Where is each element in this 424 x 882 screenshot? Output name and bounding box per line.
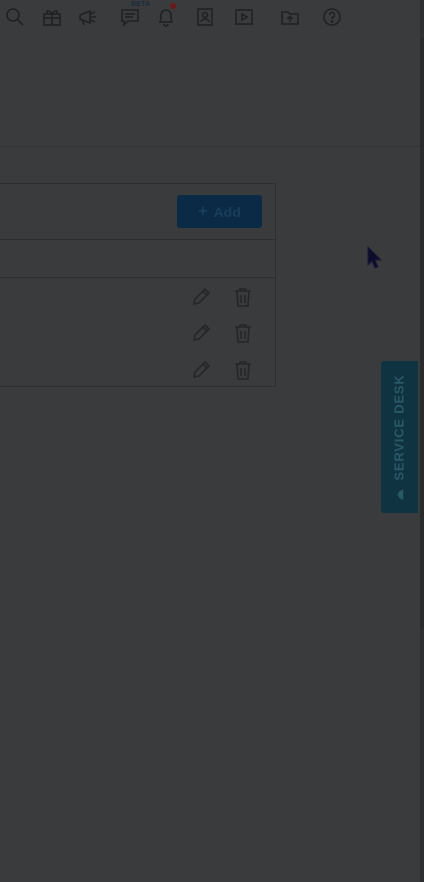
search-icon[interactable] <box>4 6 26 28</box>
panel-header-divider <box>0 239 275 240</box>
upload-folder-icon[interactable] <box>279 6 301 28</box>
plus-icon: + <box>198 202 208 220</box>
bell-icon[interactable] <box>155 6 177 28</box>
megaphone-icon[interactable] <box>77 6 99 28</box>
chat-icon[interactable] <box>119 6 141 28</box>
service-desk-label: SERVICE DESK <box>392 373 408 481</box>
gift-icon[interactable] <box>41 6 63 28</box>
top-toolbar: BETA <box>0 0 420 38</box>
edit-icon[interactable] <box>190 322 212 344</box>
service-desk-tab[interactable]: SERVICE DESK <box>381 361 418 513</box>
edit-icon[interactable] <box>190 359 212 381</box>
edit-icon[interactable] <box>190 286 212 308</box>
help-icon[interactable] <box>321 6 343 28</box>
panel-subheader-divider <box>0 277 275 278</box>
mouse-cursor-icon <box>367 246 383 269</box>
contact-book-icon[interactable] <box>194 6 216 28</box>
delete-icon[interactable] <box>232 322 254 344</box>
service-bell-icon <box>396 489 404 500</box>
section-divider <box>0 146 420 147</box>
notification-dot <box>170 3 176 9</box>
add-button[interactable]: + Add <box>177 195 262 228</box>
add-button-label: Add <box>213 203 241 220</box>
delete-icon[interactable] <box>232 359 254 381</box>
delete-icon[interactable] <box>232 286 254 308</box>
scrollbar-thumb[interactable] <box>420 38 424 628</box>
play-icon[interactable] <box>233 6 255 28</box>
